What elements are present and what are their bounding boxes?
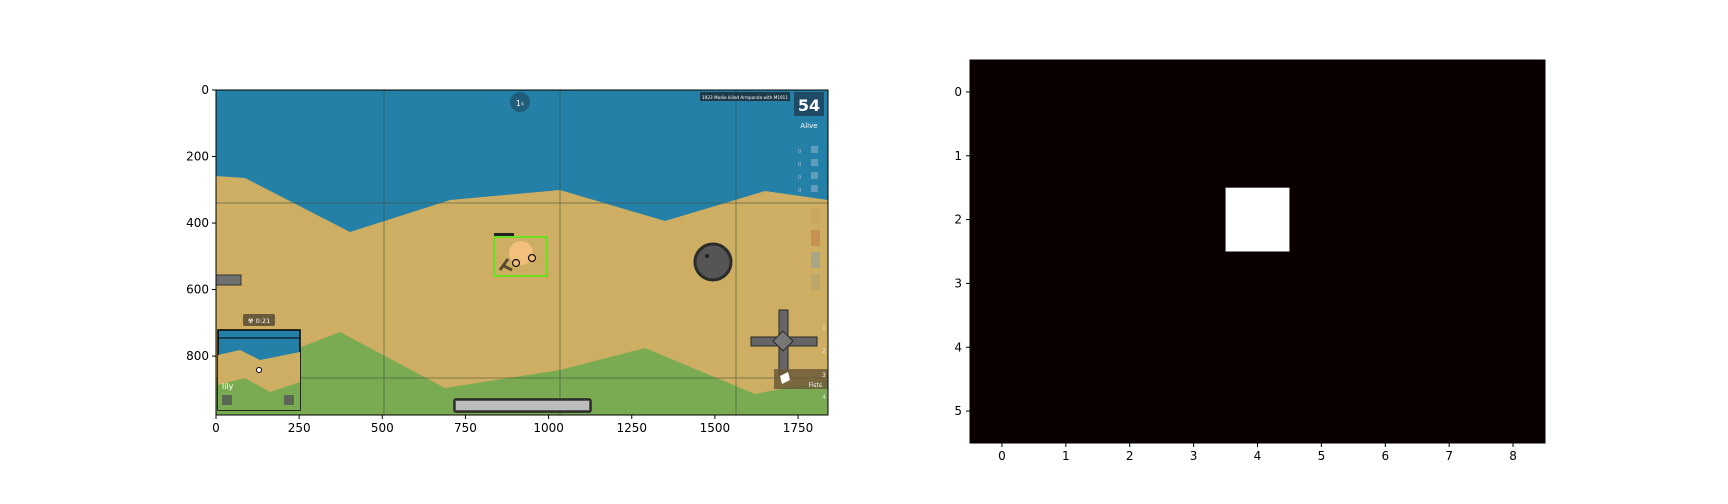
y-tick-label: 3 xyxy=(954,276,962,290)
y-tick-label: 4 xyxy=(954,340,962,354)
soda-icon xyxy=(811,172,818,179)
y-tick-label: 400 xyxy=(186,216,209,230)
compass-text: 1‹ xyxy=(516,99,524,108)
figure-canvas: 1‹ 1923 Madie killed Armpanda with M1911… xyxy=(186,59,1546,463)
game-screenshot-panel: 1‹ 1923 Madie killed Armpanda with M1911… xyxy=(215,89,829,416)
barrel-obstacle xyxy=(693,242,733,282)
x-tick-label: 4 xyxy=(1254,449,1262,463)
weapon-slot-number: 2 xyxy=(822,348,826,355)
x-tick-label: 0 xyxy=(212,421,220,435)
weapon-slot-number: 1 xyxy=(822,325,826,332)
pills-icon xyxy=(811,185,818,192)
minimap-label: lily xyxy=(222,382,234,391)
right-x-axis: 0 1 2 3 4 5 6 7 8 xyxy=(998,443,1517,463)
x-tick-label: 250 xyxy=(288,421,311,435)
y-tick-label: 0 xyxy=(201,83,209,97)
barrel-dot xyxy=(705,254,709,258)
left-y-axis: 0 200 400 600 800 xyxy=(186,83,216,363)
alive-label: Alive xyxy=(800,122,817,130)
inventory-count: 0 xyxy=(798,162,801,168)
killfeed-text: 1923 Madie killed Armpanda with M1911 xyxy=(702,95,788,101)
x-tick-label: 2 xyxy=(1126,449,1134,463)
x-tick-label: 7 xyxy=(1445,449,1453,463)
y-tick-label: 5 xyxy=(954,404,962,418)
minimap-player-marker xyxy=(256,367,262,373)
y-tick-label: 600 xyxy=(186,283,209,297)
right-y-axis: 0 1 2 3 4 5 xyxy=(954,85,970,418)
player-nametag xyxy=(494,233,514,236)
x-tick-label: 1750 xyxy=(783,421,814,435)
ammo-slot xyxy=(811,274,820,290)
x-tick-label: 500 xyxy=(371,421,394,435)
x-tick-label: 6 xyxy=(1381,449,1389,463)
ammo-slot xyxy=(811,208,820,224)
x-tick-label: 1 xyxy=(1062,449,1070,463)
x-tick-label: 8 xyxy=(1509,449,1517,463)
player-hand-icon xyxy=(527,253,537,263)
wall-obstacle xyxy=(216,274,242,286)
inventory-count: 0 xyxy=(798,175,801,181)
x-tick-label: 1250 xyxy=(616,421,647,435)
y-tick-label: 1 xyxy=(954,149,962,163)
gas-timer: ☢ 0:21 xyxy=(248,317,271,325)
minimap[interactable]: lily xyxy=(217,329,301,411)
weapon-slot-label: Fists xyxy=(809,382,822,389)
x-tick-label: 1500 xyxy=(700,421,731,435)
x-tick-label: 0 xyxy=(998,449,1006,463)
left-x-axis: 0 250 500 750 1000 1250 1500 1750 xyxy=(212,415,813,435)
y-tick-label: 0 xyxy=(954,85,962,99)
health-bar-fill xyxy=(456,401,589,410)
weapon-slot-number: 3 xyxy=(822,372,826,379)
ammo-slot xyxy=(811,252,820,268)
inventory-count: 0 xyxy=(798,149,801,155)
x-tick-label: 3 xyxy=(1190,449,1198,463)
weapon-slot-number: 4 xyxy=(822,394,826,401)
active-grid-cell xyxy=(1225,187,1290,252)
action-grid-panel xyxy=(969,59,1546,444)
minimap-toggle-icon[interactable] xyxy=(222,395,232,405)
minimap-expand-icon[interactable] xyxy=(284,395,294,405)
x-tick-label: 1000 xyxy=(533,421,564,435)
y-tick-label: 2 xyxy=(954,213,962,227)
ammo-slot xyxy=(811,230,820,246)
alive-count: 54 xyxy=(798,96,820,115)
medkit-icon xyxy=(811,159,818,166)
bandage-icon xyxy=(811,146,818,153)
y-tick-label: 200 xyxy=(186,150,209,164)
player-hand-icon xyxy=(511,258,521,268)
y-tick-label: 800 xyxy=(186,349,209,363)
inventory-count: 0 xyxy=(798,188,801,194)
x-tick-label: 750 xyxy=(454,421,477,435)
x-tick-label: 5 xyxy=(1318,449,1326,463)
